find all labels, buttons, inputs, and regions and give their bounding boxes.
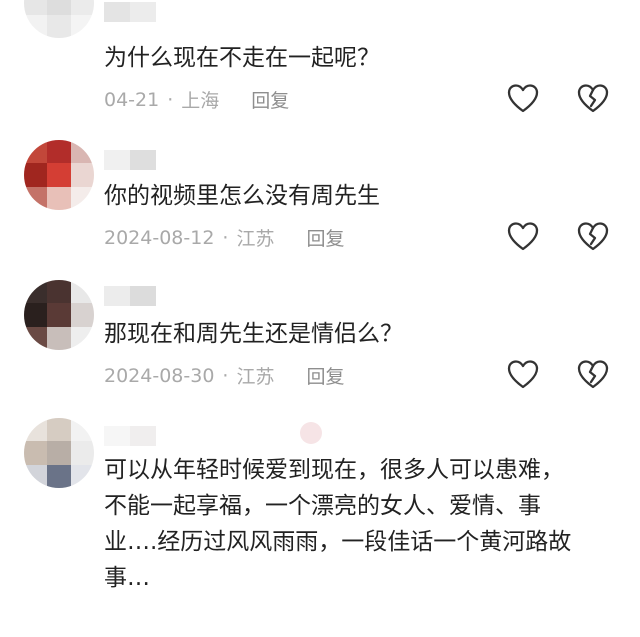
comment-text: 可以从年轻时候爱到现在，很多人可以患难，不能一起享福，一个漂亮的女人、爱情、事业… xyxy=(104,457,572,591)
meta-separator: · xyxy=(167,88,174,111)
avatar[interactable] xyxy=(24,140,94,210)
reply-button[interactable]: 回复 xyxy=(306,362,344,389)
avatar[interactable] xyxy=(24,418,94,488)
broken-heart-icon xyxy=(577,84,609,113)
comment-text: 那现在和周先生还是情侣么？ xyxy=(104,321,403,347)
like-button[interactable] xyxy=(506,220,540,254)
username-blurred[interactable] xyxy=(104,426,156,446)
heart-icon xyxy=(507,84,539,113)
broken-heart-icon xyxy=(577,360,609,389)
reply-button[interactable]: 回复 xyxy=(306,224,344,251)
dislike-button[interactable] xyxy=(576,220,610,254)
comment-meta: 2024-08-12 · 江苏 回复 xyxy=(104,224,345,251)
comment-meta: 04-21 · 上海 回复 xyxy=(104,86,289,113)
dislike-button[interactable] xyxy=(576,82,610,116)
heart-icon xyxy=(507,222,539,251)
like-button[interactable] xyxy=(506,82,540,116)
comment-meta: 2024-08-30 · 江苏 回复 xyxy=(104,362,345,389)
like-button[interactable] xyxy=(506,358,540,392)
heart-icon xyxy=(507,360,539,389)
username-blurred[interactable] xyxy=(104,2,156,22)
dislike-button[interactable] xyxy=(576,358,610,392)
broken-heart-icon xyxy=(577,222,609,251)
reply-button[interactable]: 回复 xyxy=(251,86,289,113)
username-blurred[interactable] xyxy=(104,286,156,306)
comment-text: 为什么现在不走在一起呢？ xyxy=(104,45,380,71)
meta-separator: · xyxy=(222,226,229,249)
comment-text: 你的视频里怎么没有周先生 xyxy=(104,183,380,209)
username-blurred[interactable] xyxy=(104,150,156,170)
avatar[interactable] xyxy=(24,280,94,350)
comment-date: 04-21 xyxy=(104,88,160,111)
comment-date: 2024-08-30 xyxy=(104,364,215,387)
meta-separator: · xyxy=(222,364,229,387)
avatar[interactable] xyxy=(24,0,94,38)
comment-location: 上海 xyxy=(181,90,220,112)
comment-date: 2024-08-12 xyxy=(104,226,215,249)
comment-location: 江苏 xyxy=(236,366,275,388)
sticker-icon xyxy=(300,422,322,444)
comment-location: 江苏 xyxy=(236,228,275,250)
